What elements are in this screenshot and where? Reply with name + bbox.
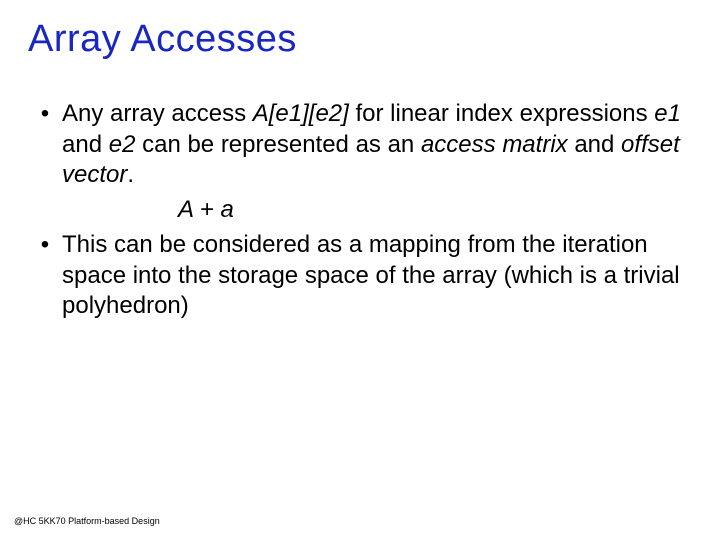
term-access-matrix: access matrix [421,131,568,158]
expr-array-access: A[e1][e2] [253,100,349,127]
slide-body: • Any array access A[e1][e2] for linear … [28,99,692,322]
bullet-text: This can be considered as a mapping from… [62,230,692,322]
expr-e1: e1 [654,100,681,127]
text-segment: and [568,131,621,158]
text-segment: and [62,131,109,158]
footer-text: @HC 5KK70 Platform-based Design [14,516,160,526]
text-segment: . [127,161,134,188]
slide: Array Accesses • Any array access A[e1][… [0,0,720,540]
text-segment: Any array access [62,100,253,127]
bullet-item: • This can be considered as a mapping fr… [28,230,692,322]
slide-title: Array Accesses [28,18,692,61]
bullet-text: Any array access A[e1][e2] for linear in… [62,99,692,191]
formula: A + a [28,195,692,226]
bullet-item: • Any array access A[e1][e2] for linear … [28,99,692,191]
text-segment: can be represented as an [135,131,421,158]
expr-e2: e2 [109,131,136,158]
bullet-mark: • [28,230,62,322]
text-segment: for linear index expressions [349,100,654,127]
bullet-mark: • [28,99,62,191]
